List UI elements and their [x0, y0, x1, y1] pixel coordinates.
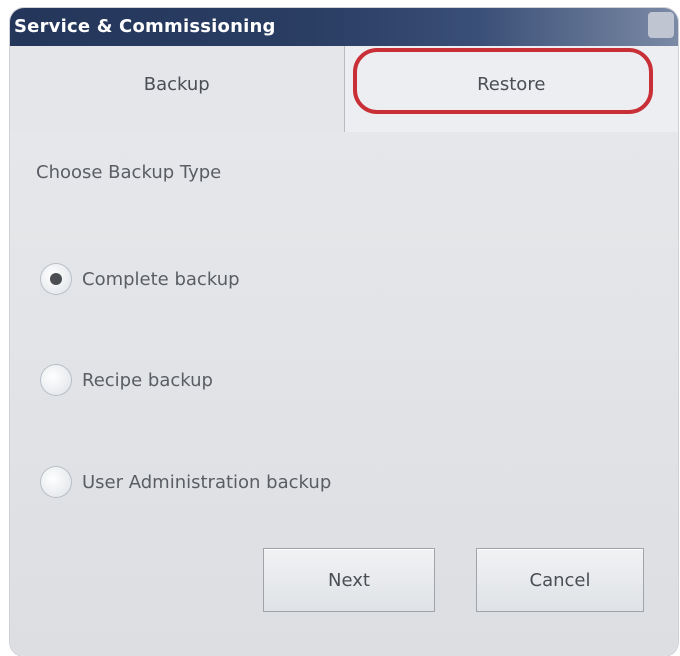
close-button[interactable] [648, 12, 674, 38]
radio-complete-backup[interactable] [40, 263, 72, 295]
radio-user-administration-backup[interactable] [40, 466, 72, 498]
tab-restore-label: Restore [477, 74, 546, 95]
tab-backup[interactable]: Backup [10, 46, 345, 132]
window-title: Service & Commissioning [14, 16, 276, 37]
title-bar: Service & Commissioning [10, 8, 678, 46]
dialog-window: Service & Commissioning Backup Restore C… [10, 8, 678, 656]
tab-restore[interactable]: Restore [344, 46, 678, 132]
option-complete-backup[interactable]: Complete backup [40, 263, 240, 295]
tab-backup-label: Backup [143, 74, 210, 95]
option-complete-backup-label: Complete backup [82, 268, 240, 290]
radio-recipe-backup[interactable] [40, 364, 72, 396]
next-button[interactable]: Next [263, 548, 435, 612]
option-user-administration-backup-label: User Administration backup [82, 471, 332, 493]
cancel-button[interactable]: Cancel [476, 548, 644, 612]
option-recipe-backup[interactable]: Recipe backup [40, 364, 213, 396]
tab-bar: Backup Restore [10, 46, 678, 132]
option-user-administration-backup[interactable]: User Administration backup [40, 466, 331, 498]
option-recipe-backup-label: Recipe backup [82, 369, 213, 391]
choose-backup-type-label: Choose Backup Type [36, 162, 222, 183]
radio-selected-dot [50, 273, 62, 285]
